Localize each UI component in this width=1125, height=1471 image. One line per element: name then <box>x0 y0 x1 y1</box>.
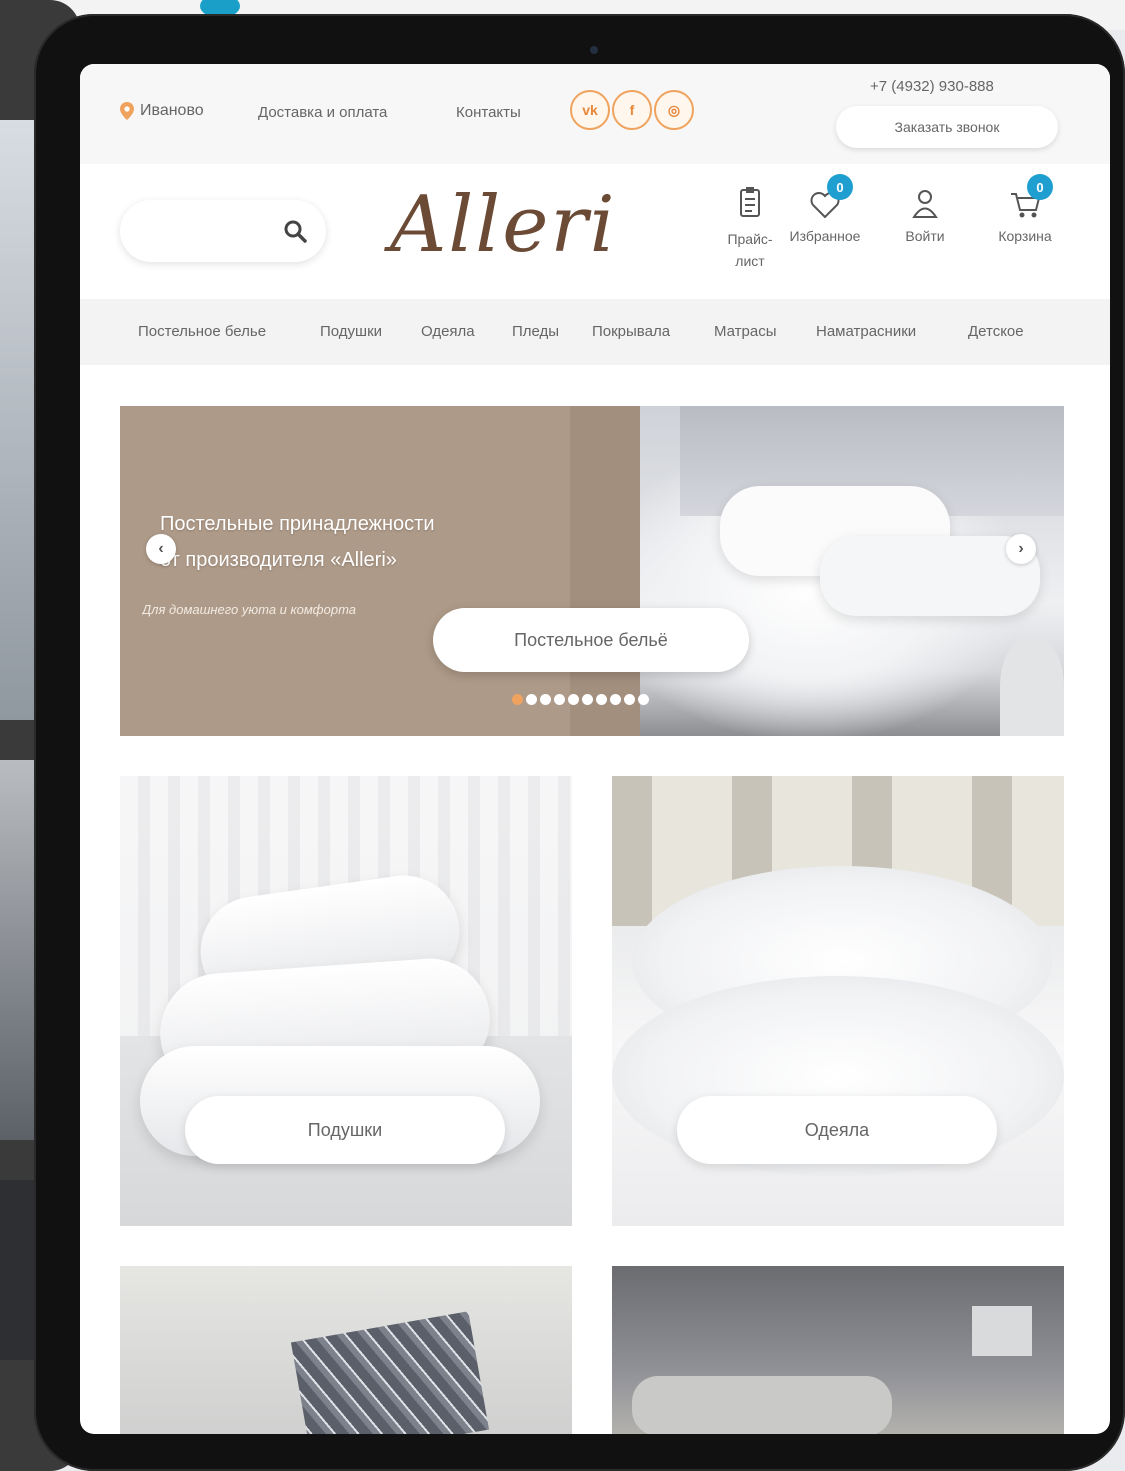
category-tile-blankets[interactable]: Одеяла <box>612 776 1064 1226</box>
slider-dot[interactable] <box>554 694 565 705</box>
slider-dot[interactable] <box>526 694 537 705</box>
delivery-link[interactable]: Доставка и оплата <box>258 104 387 121</box>
user-icon <box>905 184 945 224</box>
top-bar: Иваново Доставка и оплата Контакты vk f … <box>80 64 1110 164</box>
slider-dot[interactable] <box>596 694 607 705</box>
facebook-icon[interactable]: f <box>612 90 652 130</box>
nav-item-kids[interactable]: Детское <box>968 323 1024 340</box>
contacts-link[interactable]: Контакты <box>456 104 521 121</box>
camera-dot <box>590 46 598 54</box>
slide-title-line2: от производителя «Alleri» <box>160 549 397 571</box>
cart-label: Корзина <box>998 228 1052 244</box>
favorites-badge: 0 <box>827 174 853 200</box>
tablet-screen: Иваново Доставка и оплата Контакты vk f … <box>80 64 1110 1434</box>
slider-dot[interactable] <box>624 694 635 705</box>
nav-item-toppers[interactable]: Наматрасники <box>816 323 916 340</box>
slide-title-line1: Постельные принадлежности <box>160 513 435 535</box>
callback-button[interactable]: Заказать звонок <box>836 106 1058 148</box>
search-input[interactable] <box>120 200 326 262</box>
slider-dot[interactable] <box>610 694 621 705</box>
site-logo[interactable]: Alleri <box>390 180 617 270</box>
category-tile-throws[interactable] <box>120 1266 572 1434</box>
favorites-label: Избранное <box>789 228 861 244</box>
login-label: Войти <box>905 228 945 244</box>
slider-dot[interactable] <box>540 694 551 705</box>
slide-side-table-image <box>1000 636 1064 736</box>
nav-item-bedspreads[interactable]: Покрывала <box>592 323 670 340</box>
nav-item-throws[interactable]: Пледы <box>512 323 559 340</box>
tablet-frame: Иваново Доставка и оплата Контакты vk f … <box>34 14 1125 1471</box>
slide-cta-button[interactable]: Постельное бельё <box>433 608 749 672</box>
cart-badge: 0 <box>1027 174 1053 200</box>
nav-item-bedding[interactable]: Постельное белье <box>138 323 266 340</box>
slider-dot[interactable] <box>638 694 649 705</box>
slider-dot[interactable] <box>568 694 579 705</box>
favorites-button[interactable]: 0 Избранное <box>780 174 870 244</box>
login-button[interactable]: Войти <box>880 184 970 244</box>
category-button-blankets[interactable]: Одеяла <box>677 1096 997 1164</box>
instagram-icon[interactable]: ◎ <box>654 90 694 130</box>
hero-slider: Постельные принадлежности от производите… <box>120 406 1064 736</box>
slider-prev-arrow-icon[interactable]: ‹ <box>146 534 176 564</box>
city-selector[interactable]: Иваново <box>120 102 204 120</box>
nav-item-blankets[interactable]: Одеяла <box>421 323 475 340</box>
slider-dots <box>512 694 649 705</box>
price-list-icon <box>730 184 770 224</box>
nav-item-mattresses[interactable]: Матрасы <box>714 323 777 340</box>
main-navigation: Постельное белье Подушки Одеяла Пледы По… <box>80 299 1110 365</box>
slider-dot[interactable] <box>512 694 523 705</box>
vk-icon[interactable]: vk <box>570 90 610 130</box>
category-tile-pillows[interactable]: Подушки <box>120 776 572 1226</box>
slide-overlay <box>570 406 640 736</box>
search-icon[interactable] <box>282 218 308 244</box>
location-pin-icon <box>120 102 134 120</box>
slider-next-arrow-icon[interactable]: › <box>1006 534 1036 564</box>
slide-subtitle: Для домашнего уюта и комфорта <box>142 602 357 617</box>
slide-title: Постельные принадлежности от производите… <box>160 506 580 578</box>
city-label: Иваново <box>140 102 204 119</box>
site-header: Alleri Прайс-лист 0 Избранное Войти 0 Ко… <box>80 164 1110 299</box>
price-list-label: Прайс-лист <box>727 231 773 269</box>
slider-dot[interactable] <box>582 694 593 705</box>
category-tile-bedspreads[interactable] <box>612 1266 1064 1434</box>
cart-button[interactable]: 0 Корзина <box>980 174 1070 244</box>
throw-image <box>290 1311 490 1434</box>
lamp-image <box>972 1306 1032 1356</box>
cart-icon: 0 <box>1005 174 1053 224</box>
bedspread-image <box>632 1376 892 1434</box>
nav-item-pillows[interactable]: Подушки <box>320 323 382 340</box>
phone-number[interactable]: +7 (4932) 930-888 <box>870 78 994 95</box>
category-button-pillows[interactable]: Подушки <box>185 1096 505 1164</box>
heart-icon: 0 <box>805 174 853 224</box>
